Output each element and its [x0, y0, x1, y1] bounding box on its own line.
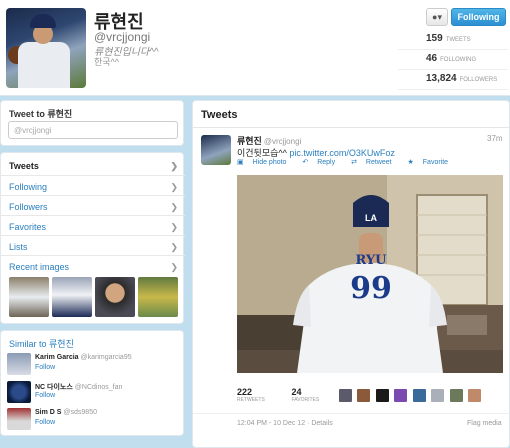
- stat-followers[interactable]: 13,824 FOLLOWERS: [398, 70, 508, 90]
- follow-link[interactable]: Follow: [35, 419, 55, 426]
- chevron-right-icon: ❯: [170, 222, 178, 232]
- following-button[interactable]: Following: [451, 8, 506, 26]
- profile-stats: 159 TWEETS 46 FOLLOWING 13,824 FOLLOWERS: [398, 30, 508, 90]
- avatar[interactable]: [449, 389, 463, 402]
- profile-header: 류현진 @vrcjjongi 류현진입니다^^ 한국^^ ●▾ Followin…: [0, 0, 510, 96]
- recent-image-thumb[interactable]: [138, 277, 178, 317]
- avatar[interactable]: [7, 353, 31, 375]
- tweet-to-input[interactable]: @vrcjjongi: [8, 121, 178, 139]
- profile-handle[interactable]: @vrcjjongi: [94, 30, 150, 44]
- similar-user-name[interactable]: Sim D S: [35, 409, 61, 416]
- tweet-time[interactable]: 37m: [487, 134, 503, 143]
- tweet-actions: ▣ Hide photo ↶ Reply ⇄ Retweet ★ Favorit…: [237, 158, 462, 166]
- favorite-button[interactable]: ★ Favorite: [408, 159, 456, 166]
- similar-user[interactable]: Sim D S @sds9850 Follow: [7, 408, 182, 432]
- similar-user[interactable]: NC 다이노스 @NCdinos_fan Follow: [7, 381, 182, 405]
- retweet-count[interactable]: 222 RETWEETS: [237, 387, 289, 403]
- similar-title: Similar to 류현진: [9, 339, 74, 349]
- avatar[interactable]: [339, 389, 352, 402]
- star-icon: ★: [407, 159, 414, 166]
- chevron-right-icon: ❯: [170, 182, 178, 192]
- similar-panel: Similar to 류현진 Karim Garcia @karimgarcia…: [0, 330, 184, 436]
- follow-link[interactable]: Follow: [35, 392, 55, 399]
- tweets-panel: Tweets 류현진 @vrcjjongi 37m 이건뒷모습^^ pic.twi…: [192, 100, 510, 448]
- recent-image-thumb[interactable]: [52, 277, 92, 317]
- reply-icon: ↶: [302, 159, 309, 166]
- recent-image-thumb[interactable]: [9, 277, 49, 317]
- nav-lists[interactable]: Lists ❯: [1, 235, 185, 255]
- tweet-author-handle[interactable]: @vrcjjongi: [264, 137, 301, 146]
- stat-tweets[interactable]: 159 TWEETS: [398, 30, 508, 50]
- chevron-down-icon: ▾: [437, 12, 442, 22]
- svg-text:LA: LA: [365, 213, 377, 223]
- similar-user-handle: @sds9850: [63, 409, 97, 416]
- retweeter-avatars: [339, 389, 482, 407]
- tweet-photo-link[interactable]: pic.twitter.com/O3KUwFoz: [289, 148, 395, 158]
- profile-nav: Tweets ❯ Following ❯ Followers ❯ Favorites ❯…: [0, 152, 185, 324]
- retweet-button[interactable]: ⇄ Retweet: [351, 159, 399, 166]
- follow-link[interactable]: Follow: [35, 364, 55, 371]
- avatar[interactable]: [7, 408, 31, 430]
- recent-image-thumb[interactable]: [95, 277, 135, 317]
- avatar[interactable]: [394, 389, 408, 402]
- jersey-name: RYU: [355, 253, 387, 268]
- tweet-author-name[interactable]: 류현진: [237, 136, 262, 146]
- stat-following[interactable]: 46 FOLLOWING: [398, 50, 508, 70]
- profile-avatar[interactable]: [6, 8, 86, 88]
- photo-icon: ▣: [237, 159, 244, 166]
- divider: [193, 413, 510, 414]
- tweet-to-panel: Tweet to 류현진 @vrcjjongi: [0, 100, 184, 146]
- flag-media-link[interactable]: Flag media: [467, 420, 502, 427]
- favorite-count[interactable]: 24 FAVORITES: [292, 387, 340, 403]
- tweet-photo[interactable]: LA RYU 99: [237, 175, 503, 373]
- similar-user-name[interactable]: NC 다이노스: [35, 384, 73, 391]
- chevron-right-icon: ❯: [170, 202, 178, 212]
- similar-user-handle: @NCdinos_fan: [74, 384, 123, 391]
- avatar[interactable]: [357, 389, 371, 402]
- retweet-icon: ⇄: [351, 159, 357, 166]
- avatar[interactable]: [412, 389, 426, 402]
- avatar[interactable]: [7, 381, 31, 403]
- avatar[interactable]: [431, 389, 445, 402]
- similar-user-handle: @karimgarcia95: [80, 354, 132, 361]
- chevron-right-icon: ❯: [170, 242, 178, 252]
- profile-location: 한국^^: [94, 57, 120, 67]
- similar-user[interactable]: Karim Garcia @karimgarcia95 Follow: [7, 353, 182, 377]
- chevron-right-icon: ❯: [170, 262, 178, 272]
- tweets-header: Tweets: [201, 109, 238, 121]
- nav-recent-images[interactable]: Recent images ❯: [1, 255, 185, 275]
- reply-button[interactable]: ↶ Reply: [302, 159, 342, 166]
- tweet-stats: 222 RETWEETS 24 FAVORITES: [237, 387, 340, 403]
- tweet-to-title: Tweet to 류현진: [9, 109, 73, 119]
- cap-shape: [30, 14, 56, 28]
- nav-following[interactable]: Following ❯: [1, 175, 185, 195]
- user-actions-button[interactable]: ●▾: [426, 8, 448, 26]
- jersey-number: 99: [350, 271, 392, 306]
- nav-favorites[interactable]: Favorites ❯: [1, 215, 185, 235]
- similar-user-name[interactable]: Karim Garcia: [35, 354, 79, 361]
- avatar[interactable]: [375, 389, 389, 402]
- hide-photo-button[interactable]: ▣ Hide photo: [237, 159, 293, 166]
- nav-tweets[interactable]: Tweets ❯: [1, 155, 185, 175]
- recent-images-strip: [9, 277, 179, 317]
- nav-followers[interactable]: Followers ❯: [1, 195, 185, 215]
- tweet-timestamp[interactable]: 12:04 PM - 10 Dec 12 · Details: [237, 420, 333, 427]
- chevron-right-icon: ❯: [170, 161, 178, 171]
- jersey-shape: [18, 42, 70, 88]
- divider: [193, 127, 510, 128]
- avatar[interactable]: [468, 389, 482, 402]
- tweet-avatar[interactable]: [201, 135, 231, 165]
